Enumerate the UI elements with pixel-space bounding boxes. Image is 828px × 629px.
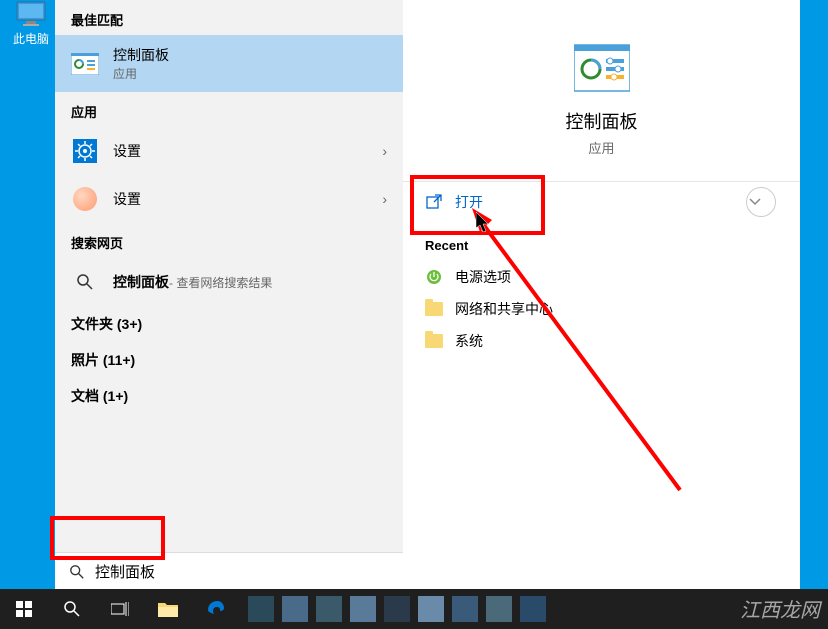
search-results-panel: 最佳匹配 控制面板 应用 应用 [55, 0, 800, 589]
web-item-title: 控制面板 [113, 272, 169, 292]
control-panel-icon-large [574, 40, 630, 96]
chevron-right-icon: › [382, 143, 387, 159]
taskbar-app[interactable] [248, 596, 274, 622]
taskbar-app[interactable] [452, 596, 478, 622]
chevron-down-icon [749, 198, 761, 206]
category-documents[interactable]: 文档 (1+) [55, 378, 403, 414]
edge-icon [206, 599, 226, 619]
best-match-header: 最佳匹配 [55, 0, 403, 35]
computer-icon [14, 0, 48, 28]
taskbar-app[interactable] [384, 596, 410, 622]
taskbar-app[interactable] [350, 596, 376, 622]
best-match-sub: 应用 [113, 65, 387, 82]
start-button[interactable] [0, 589, 48, 629]
taskbar-running-apps [244, 596, 550, 622]
gear-icon [71, 137, 99, 165]
edge-button[interactable] [192, 589, 240, 629]
user-icon [71, 185, 99, 213]
category-photos[interactable]: 照片 (11+) [55, 342, 403, 378]
open-action[interactable]: 打开 [403, 181, 800, 222]
results-left-column: 最佳匹配 控制面板 应用 应用 [55, 0, 403, 589]
search-icon [71, 268, 99, 296]
folder-icon [425, 334, 443, 348]
expand-button[interactable] [746, 187, 776, 217]
recent-label: 电源选项 [455, 267, 511, 287]
apps-header: 应用 [55, 92, 403, 127]
folder-icon [158, 601, 178, 617]
recent-network-sharing[interactable]: 网络和共享中心 [403, 293, 800, 325]
taskbar-app[interactable] [316, 596, 342, 622]
preview-title: 控制面板 [403, 108, 800, 134]
control-panel-icon [71, 50, 99, 78]
search-input[interactable] [95, 563, 389, 580]
task-view-button[interactable] [96, 589, 144, 629]
cursor-icon [476, 212, 492, 234]
web-item-suffix: - 查看网络搜索结果 [169, 274, 272, 291]
recent-power-options[interactable]: 电源选项 [403, 261, 800, 293]
app-item-label: 设置 [113, 141, 382, 161]
taskbar-app[interactable] [520, 596, 546, 622]
taskbar-app[interactable] [282, 596, 308, 622]
taskbar-search-button[interactable] [48, 589, 96, 629]
category-folders[interactable]: 文件夹 (3+) [55, 306, 403, 342]
recent-system[interactable]: 系统 [403, 325, 800, 357]
task-view-icon [111, 602, 129, 616]
preview-sub: 应用 [403, 138, 800, 157]
chevron-right-icon: › [382, 191, 387, 207]
power-icon [425, 268, 443, 286]
search-box[interactable] [55, 552, 403, 590]
file-explorer-button[interactable] [144, 589, 192, 629]
desktop-this-pc[interactable]: 此电脑 [12, 0, 50, 47]
recent-header: Recent [403, 222, 800, 261]
best-match-control-panel[interactable]: 控制面板 应用 [55, 35, 403, 92]
windows-icon [16, 601, 32, 617]
desktop-this-pc-label: 此电脑 [12, 30, 50, 47]
recent-label: 系统 [455, 331, 483, 351]
results-preview-column: 控制面板 应用 打开 Recent 电源选项 网络和共享中心 [403, 0, 800, 589]
best-match-title: 控制面板 [113, 45, 387, 65]
taskbar-app[interactable] [418, 596, 444, 622]
open-icon [425, 193, 443, 211]
web-search-item[interactable]: 控制面板 - 查看网络搜索结果 [55, 258, 403, 306]
app-item-label: 设置 [113, 189, 382, 209]
web-header: 搜索网页 [55, 223, 403, 258]
app-item-settings-2[interactable]: 设置 › [55, 175, 403, 223]
app-item-settings-1[interactable]: 设置 › [55, 127, 403, 175]
folder-icon [425, 302, 443, 316]
open-label: 打开 [455, 192, 483, 212]
taskbar-app[interactable] [486, 596, 512, 622]
taskbar [0, 589, 828, 629]
recent-label: 网络和共享中心 [455, 299, 553, 319]
search-icon [63, 600, 81, 618]
search-icon [69, 564, 85, 580]
